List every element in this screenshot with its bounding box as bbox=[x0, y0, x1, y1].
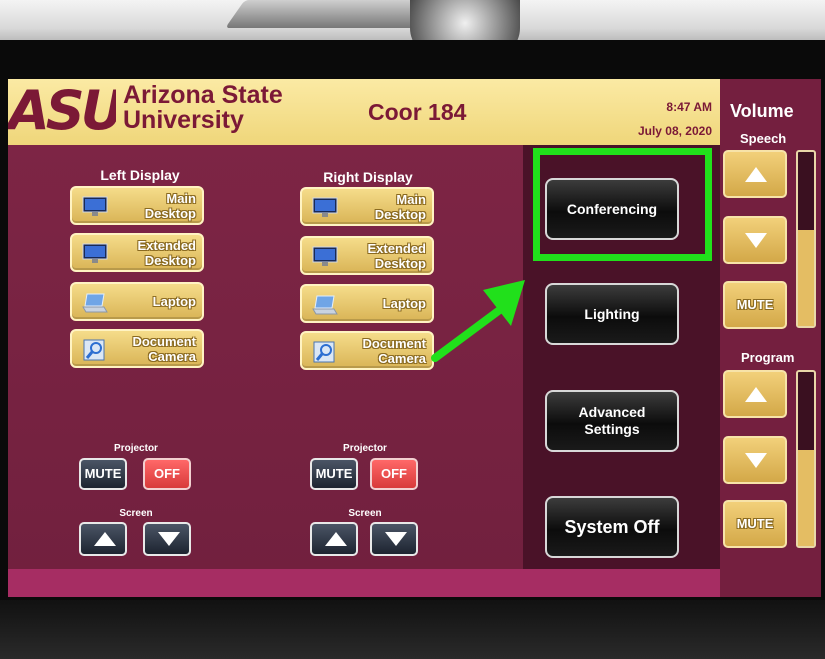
right-screen-label: Screen bbox=[348, 508, 382, 519]
system-off-button[interactable]: System Off bbox=[545, 496, 679, 558]
right-projector-label: Projector bbox=[343, 443, 387, 454]
right-laptop-button[interactable]: Laptop bbox=[300, 284, 434, 323]
monitor-icon bbox=[312, 246, 338, 266]
date-text: July 08, 2020 bbox=[637, 124, 712, 138]
right-screen-up-button[interactable] bbox=[310, 522, 358, 556]
source-label: Main Desktop bbox=[374, 192, 426, 222]
program-volume-down-button[interactable] bbox=[723, 436, 787, 484]
document-camera-icon bbox=[313, 341, 335, 363]
left-main-desktop-button[interactable]: Main Desktop bbox=[70, 186, 204, 225]
left-projector-label: Projector bbox=[114, 443, 158, 454]
source-label: Laptop bbox=[152, 294, 196, 309]
left-projector-off-button[interactable]: OFF bbox=[143, 458, 191, 490]
program-mute-button[interactable]: MUTE bbox=[723, 500, 787, 548]
highlight-arrow-icon bbox=[431, 280, 525, 362]
volume-title: Volume bbox=[730, 101, 794, 121]
speech-mute-button[interactable]: MUTE bbox=[723, 281, 787, 329]
arrow-down-icon bbox=[745, 233, 767, 248]
right-screen-down-button[interactable] bbox=[370, 522, 418, 556]
left-extended-desktop-button[interactable]: Extended Desktop bbox=[70, 233, 204, 272]
university-name: Arizona State University bbox=[123, 83, 283, 133]
room-name: Coor 184 bbox=[368, 99, 467, 125]
right-projector-mute-button[interactable]: MUTE bbox=[310, 458, 358, 490]
laptop-icon bbox=[82, 293, 108, 313]
left-display-title: Left Display bbox=[100, 167, 180, 183]
arrow-down-icon bbox=[385, 532, 407, 546]
program-volume-level bbox=[798, 450, 814, 546]
header-bar: ASU Arizona State University Coor 184 8:… bbox=[8, 79, 720, 145]
laptop-icon bbox=[312, 295, 338, 315]
speech-volume-down-button[interactable] bbox=[723, 216, 787, 264]
source-label: Main Desktop bbox=[144, 191, 196, 221]
arrow-up-icon bbox=[325, 532, 347, 546]
speech-volume-up-button[interactable] bbox=[723, 150, 787, 198]
arrow-up-icon bbox=[745, 167, 767, 182]
right-display-title: Right Display bbox=[323, 169, 413, 185]
right-document-camera-button[interactable]: Document Camera bbox=[300, 331, 434, 370]
left-screen-label: Screen bbox=[119, 508, 153, 519]
clock: 8:47 AM July 08, 2020 bbox=[638, 95, 712, 143]
highlight-box bbox=[533, 148, 712, 261]
speech-volume-meter[interactable] bbox=[796, 150, 816, 328]
arrow-up-icon bbox=[94, 532, 116, 546]
document-camera-icon bbox=[83, 339, 105, 361]
source-label: Extended Desktop bbox=[367, 241, 426, 271]
advanced-settings-label: Advanced Settings bbox=[578, 404, 646, 437]
left-projector-mute-button[interactable]: MUTE bbox=[79, 458, 127, 490]
speech-label: Speech bbox=[740, 131, 787, 146]
monitor-icon bbox=[312, 197, 338, 217]
speech-volume-level bbox=[798, 230, 814, 326]
right-projector-off-button[interactable]: OFF bbox=[370, 458, 418, 490]
right-extended-desktop-button[interactable]: Extended Desktop bbox=[300, 236, 434, 275]
program-volume-meter[interactable] bbox=[796, 370, 816, 548]
time-text: 8:47 AM bbox=[666, 100, 712, 114]
left-laptop-button[interactable]: Laptop bbox=[70, 282, 204, 321]
source-label: Laptop bbox=[382, 296, 426, 311]
asu-logo: ASU bbox=[8, 85, 116, 137]
source-label: Extended Desktop bbox=[137, 238, 196, 268]
arrow-down-icon bbox=[745, 453, 767, 468]
advanced-settings-button[interactable]: Advanced Settings bbox=[545, 390, 679, 452]
right-main-desktop-button[interactable]: Main Desktop bbox=[300, 187, 434, 226]
monitor-icon bbox=[82, 243, 108, 263]
source-label: Document Camera bbox=[132, 334, 196, 364]
university-name-line2: University bbox=[123, 106, 244, 134]
lighting-button[interactable]: Lighting bbox=[545, 283, 679, 345]
university-name-line1: Arizona State bbox=[123, 81, 283, 109]
arrow-down-icon bbox=[158, 532, 180, 546]
arrow-up-icon bbox=[745, 387, 767, 402]
monitor-icon bbox=[82, 196, 108, 216]
program-label: Program bbox=[741, 350, 795, 365]
program-volume-up-button[interactable] bbox=[723, 370, 787, 418]
left-document-camera-button[interactable]: Document Camera bbox=[70, 329, 204, 368]
left-screen-up-button[interactable] bbox=[79, 522, 127, 556]
left-screen-down-button[interactable] bbox=[143, 522, 191, 556]
source-label: Document Camera bbox=[362, 336, 426, 366]
panel-bezel-bottom bbox=[0, 600, 825, 659]
footer-strip bbox=[8, 569, 720, 597]
